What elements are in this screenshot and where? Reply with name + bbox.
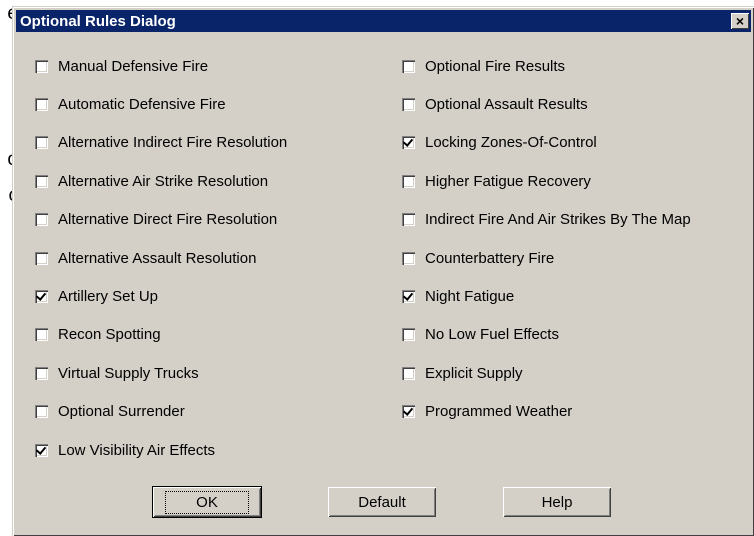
help-button-label: Help xyxy=(541,493,573,511)
option-label: Explicit Supply xyxy=(425,364,523,382)
option-options_right-7[interactable]: No Low Fuel Effects xyxy=(402,324,559,346)
optional-rules-dialog: Optional Rules Dialog × Manual Defensive… xyxy=(12,6,754,536)
option-label: Alternative Indirect Fire Resolution xyxy=(58,134,288,152)
checkbox-unchecked[interactable] xyxy=(402,328,415,342)
option-options_left-5[interactable]: Alternative Assault Resolution xyxy=(35,247,256,269)
option-options_left-10[interactable]: Low Visibility Air Effects xyxy=(35,439,215,461)
close-button[interactable]: × xyxy=(731,13,749,29)
checkbox-unchecked[interactable] xyxy=(35,366,48,380)
option-label: No Low Fuel Effects xyxy=(425,326,559,344)
checkbox-unchecked[interactable] xyxy=(35,405,48,419)
checkbox-checked[interactable] xyxy=(402,289,415,303)
option-label: Optional Fire Results xyxy=(425,57,566,75)
option-options_right-0[interactable]: Optional Fire Results xyxy=(402,55,565,77)
option-label: Locking Zones-Of-Control xyxy=(425,134,597,152)
option-label: Virtual Supply Trucks xyxy=(58,364,199,382)
checkbox-unchecked[interactable] xyxy=(35,97,48,111)
option-options_right-5[interactable]: Counterbattery Fire xyxy=(402,247,554,269)
checkbox-unchecked[interactable] xyxy=(35,328,48,342)
option-options_right-4[interactable]: Indirect Fire And Air Strikes By The Map xyxy=(402,209,691,231)
option-options_right-2[interactable]: Locking Zones-Of-Control xyxy=(402,132,597,154)
checkbox-unchecked[interactable] xyxy=(402,174,415,188)
option-options_left-3[interactable]: Alternative Air Strike Resolution xyxy=(35,170,268,192)
checkbox-unchecked[interactable] xyxy=(402,213,415,227)
checkbox-checked[interactable] xyxy=(402,405,415,419)
option-label: Indirect Fire And Air Strikes By The Map xyxy=(425,211,691,229)
option-label: Automatic Defensive Fire xyxy=(58,95,226,113)
checkbox-unchecked[interactable] xyxy=(35,213,48,227)
checkbox-unchecked[interactable] xyxy=(402,97,415,111)
close-icon: × xyxy=(735,13,745,29)
checkbox-checked[interactable] xyxy=(35,289,48,303)
checkbox-unchecked[interactable] xyxy=(35,251,48,265)
checkbox-unchecked[interactable] xyxy=(402,59,415,73)
checkbox-unchecked[interactable] xyxy=(35,174,48,188)
checkbox-unchecked[interactable] xyxy=(402,366,415,380)
option-options_right-8[interactable]: Explicit Supply xyxy=(402,362,523,384)
ok-button-label: OK xyxy=(165,490,249,514)
dialog-titlebar[interactable]: Optional Rules Dialog × xyxy=(16,10,751,32)
option-label: Optional Assault Results xyxy=(425,95,588,113)
option-options_right-9[interactable]: Programmed Weather xyxy=(402,401,572,423)
default-button[interactable]: Default xyxy=(328,487,436,517)
option-options_left-6[interactable]: Artillery Set Up xyxy=(35,285,158,307)
dialog-title: Optional Rules Dialog xyxy=(20,12,176,30)
option-options_left-8[interactable]: Virtual Supply Trucks xyxy=(35,362,199,384)
default-button-label: Default xyxy=(358,493,406,511)
checkbox-unchecked[interactable] xyxy=(402,251,415,265)
option-label: Alternative Assault Resolution xyxy=(58,249,257,267)
option-options_left-1[interactable]: Automatic Defensive Fire xyxy=(35,93,226,115)
option-label: Night Fatigue xyxy=(425,287,515,305)
option-options_right-3[interactable]: Higher Fatigue Recovery xyxy=(402,170,591,192)
option-label: Programmed Weather xyxy=(425,403,573,421)
option-label: Manual Defensive Fire xyxy=(58,57,209,75)
option-options_left-0[interactable]: Manual Defensive Fire xyxy=(35,55,208,77)
option-label: Recon Spotting xyxy=(58,326,161,344)
ok-button[interactable]: OK xyxy=(152,486,262,518)
help-button[interactable]: Help xyxy=(503,487,611,517)
option-options_right-6[interactable]: Night Fatigue xyxy=(402,285,514,307)
option-label: Artillery Set Up xyxy=(58,287,159,305)
option-label: Alternative Air Strike Resolution xyxy=(58,172,269,190)
checkbox-unchecked[interactable] xyxy=(35,59,48,73)
option-options_left-7[interactable]: Recon Spotting xyxy=(35,324,161,346)
option-label: Higher Fatigue Recovery xyxy=(425,172,591,190)
option-options_left-9[interactable]: Optional Surrender xyxy=(35,401,185,423)
option-label: Counterbattery Fire xyxy=(425,249,555,267)
option-label: Optional Surrender xyxy=(58,403,185,421)
checkbox-unchecked[interactable] xyxy=(35,136,48,150)
option-options_left-4[interactable]: Alternative Direct Fire Resolution xyxy=(35,209,277,231)
option-options_right-1[interactable]: Optional Assault Results xyxy=(402,93,588,115)
checkbox-checked[interactable] xyxy=(35,443,48,457)
option-label: Alternative Direct Fire Resolution xyxy=(58,211,278,229)
checkbox-checked[interactable] xyxy=(402,136,415,150)
option-options_left-2[interactable]: Alternative Indirect Fire Resolution xyxy=(35,132,287,154)
option-label: Low Visibility Air Effects xyxy=(58,441,216,459)
